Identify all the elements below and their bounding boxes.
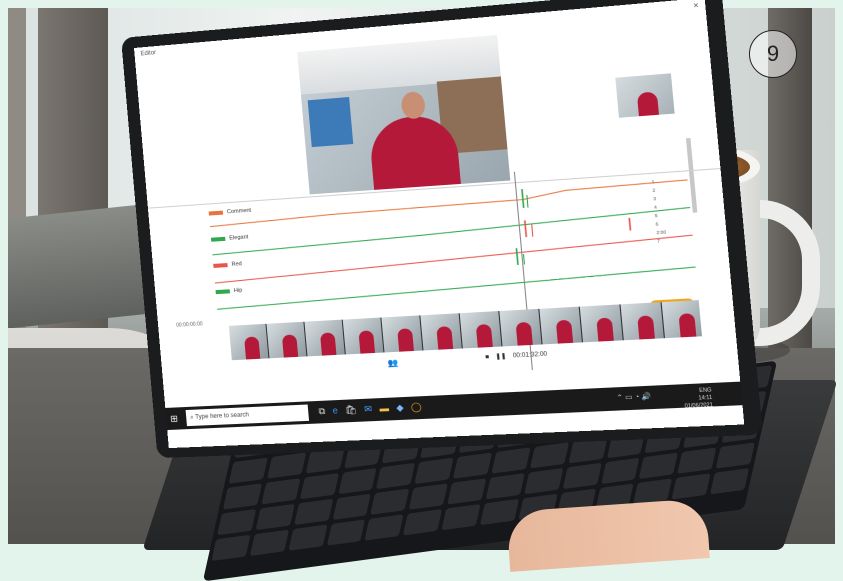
keyboard-key xyxy=(529,442,569,469)
keyboard-key xyxy=(408,483,449,510)
keyboard-key xyxy=(710,468,750,495)
close-button[interactable]: × xyxy=(693,1,699,11)
step-badge: 9 xyxy=(749,30,797,78)
keyboard-key xyxy=(485,473,525,500)
keyboard-key xyxy=(299,472,339,500)
filmstrip-frame[interactable] xyxy=(579,304,623,343)
video-preview[interactable] xyxy=(297,34,511,195)
filmstrip-frame[interactable] xyxy=(420,313,462,351)
edge-icon[interactable]: e xyxy=(332,405,338,416)
filmstrip-frame[interactable] xyxy=(304,319,345,357)
keyboard-key xyxy=(677,447,717,474)
keyboard-key xyxy=(326,519,366,546)
clock[interactable]: ENG 14:11 01/06/2021 xyxy=(683,387,713,411)
app-title: Editor xyxy=(140,50,157,58)
date: 01/06/2021 xyxy=(684,402,714,410)
filmstrip-frame[interactable] xyxy=(539,306,582,345)
taskbar-search-input[interactable]: ⌕ Type here to search xyxy=(185,404,310,427)
keyboard-key xyxy=(403,509,443,536)
keyboard-key xyxy=(376,462,416,490)
keyboard-key xyxy=(491,447,531,474)
store-icon[interactable]: 🛍 xyxy=(345,404,358,416)
laptop-screen: Editor × Comment Elegant Red Hip 1 2 3 4… xyxy=(134,0,745,449)
system-tray[interactable]: ⌃ ▭ ◔ 🔊 xyxy=(616,392,651,402)
people-icon[interactable]: 👥 xyxy=(387,358,398,368)
search-placeholder: Type here to search xyxy=(195,412,250,421)
video-window xyxy=(307,96,354,148)
keyboard-key xyxy=(364,514,404,541)
stop-icon[interactable]: ■ xyxy=(485,354,489,360)
scale-tick: 7 xyxy=(656,238,661,244)
keyboard-key xyxy=(211,534,251,562)
pause-icon[interactable]: ❚❚ xyxy=(495,353,506,361)
keyboard-key xyxy=(639,452,679,479)
folder-icon[interactable]: ▬ xyxy=(379,403,389,415)
timecode: 00:00:00:00 xyxy=(175,321,204,329)
annotation-tracks[interactable]: Comment Elegant Red Hip xyxy=(208,176,698,320)
keyboard-key xyxy=(441,503,481,531)
keyboard-key xyxy=(479,498,519,526)
mail-icon[interactable]: ✉ xyxy=(364,404,373,416)
keyboard-key xyxy=(370,488,410,515)
keyboard-key xyxy=(266,452,307,479)
keyboard-key xyxy=(600,457,640,485)
app-icon[interactable]: ◯ xyxy=(410,401,422,413)
playback-controls: ■ ❚❚ 00:01:32:00 xyxy=(485,350,548,360)
keyboard-key xyxy=(261,478,301,505)
filmstrip-frame[interactable] xyxy=(381,315,423,353)
keyboard-key xyxy=(288,524,328,551)
keyboard-key xyxy=(293,498,333,526)
filmstrip-frame[interactable] xyxy=(266,321,307,359)
filmstrip-frame[interactable] xyxy=(342,317,384,355)
keyboard-key xyxy=(332,493,372,520)
filmstrip-frame[interactable] xyxy=(228,323,269,361)
keyboard-key xyxy=(671,473,711,500)
filmstrip-frame[interactable] xyxy=(661,300,702,339)
keyboard-key xyxy=(249,529,289,556)
keyboard-key xyxy=(255,503,295,531)
keyboard-key xyxy=(715,442,755,469)
keyboard-key xyxy=(524,467,564,495)
video-person-head xyxy=(400,91,427,120)
keyboard-key xyxy=(222,483,262,510)
taskbar: ⊞ ⌕ Type here to search ⧉ e 🛍 ✉ ▬ ◆ ◯ ⌃ … xyxy=(165,381,743,431)
app-icon[interactable]: ◆ xyxy=(396,402,404,414)
taskbar-apps: ⧉ e 🛍 ✉ ▬ ◆ ◯ xyxy=(318,401,422,417)
keyboard-key xyxy=(228,457,268,484)
keyboard-key xyxy=(447,478,487,505)
keyboard-key xyxy=(562,462,602,490)
filmstrip-frame[interactable] xyxy=(620,302,664,341)
scale-tick: 2:00 xyxy=(656,229,667,236)
filmstrip-frame[interactable] xyxy=(499,308,542,347)
windows-start-icon[interactable]: ⊞ xyxy=(170,413,179,424)
thumbnail-person xyxy=(636,91,659,117)
video-thumbnail[interactable] xyxy=(615,73,675,118)
keyboard-key xyxy=(414,457,454,484)
filmstrip-frame[interactable] xyxy=(459,311,502,349)
keyboard-key xyxy=(337,467,378,495)
task-view-icon[interactable]: ⧉ xyxy=(318,406,326,418)
keyboard-key xyxy=(453,452,493,479)
keyboard-key xyxy=(217,508,257,536)
playback-time: 00:01:32:00 xyxy=(512,351,548,360)
